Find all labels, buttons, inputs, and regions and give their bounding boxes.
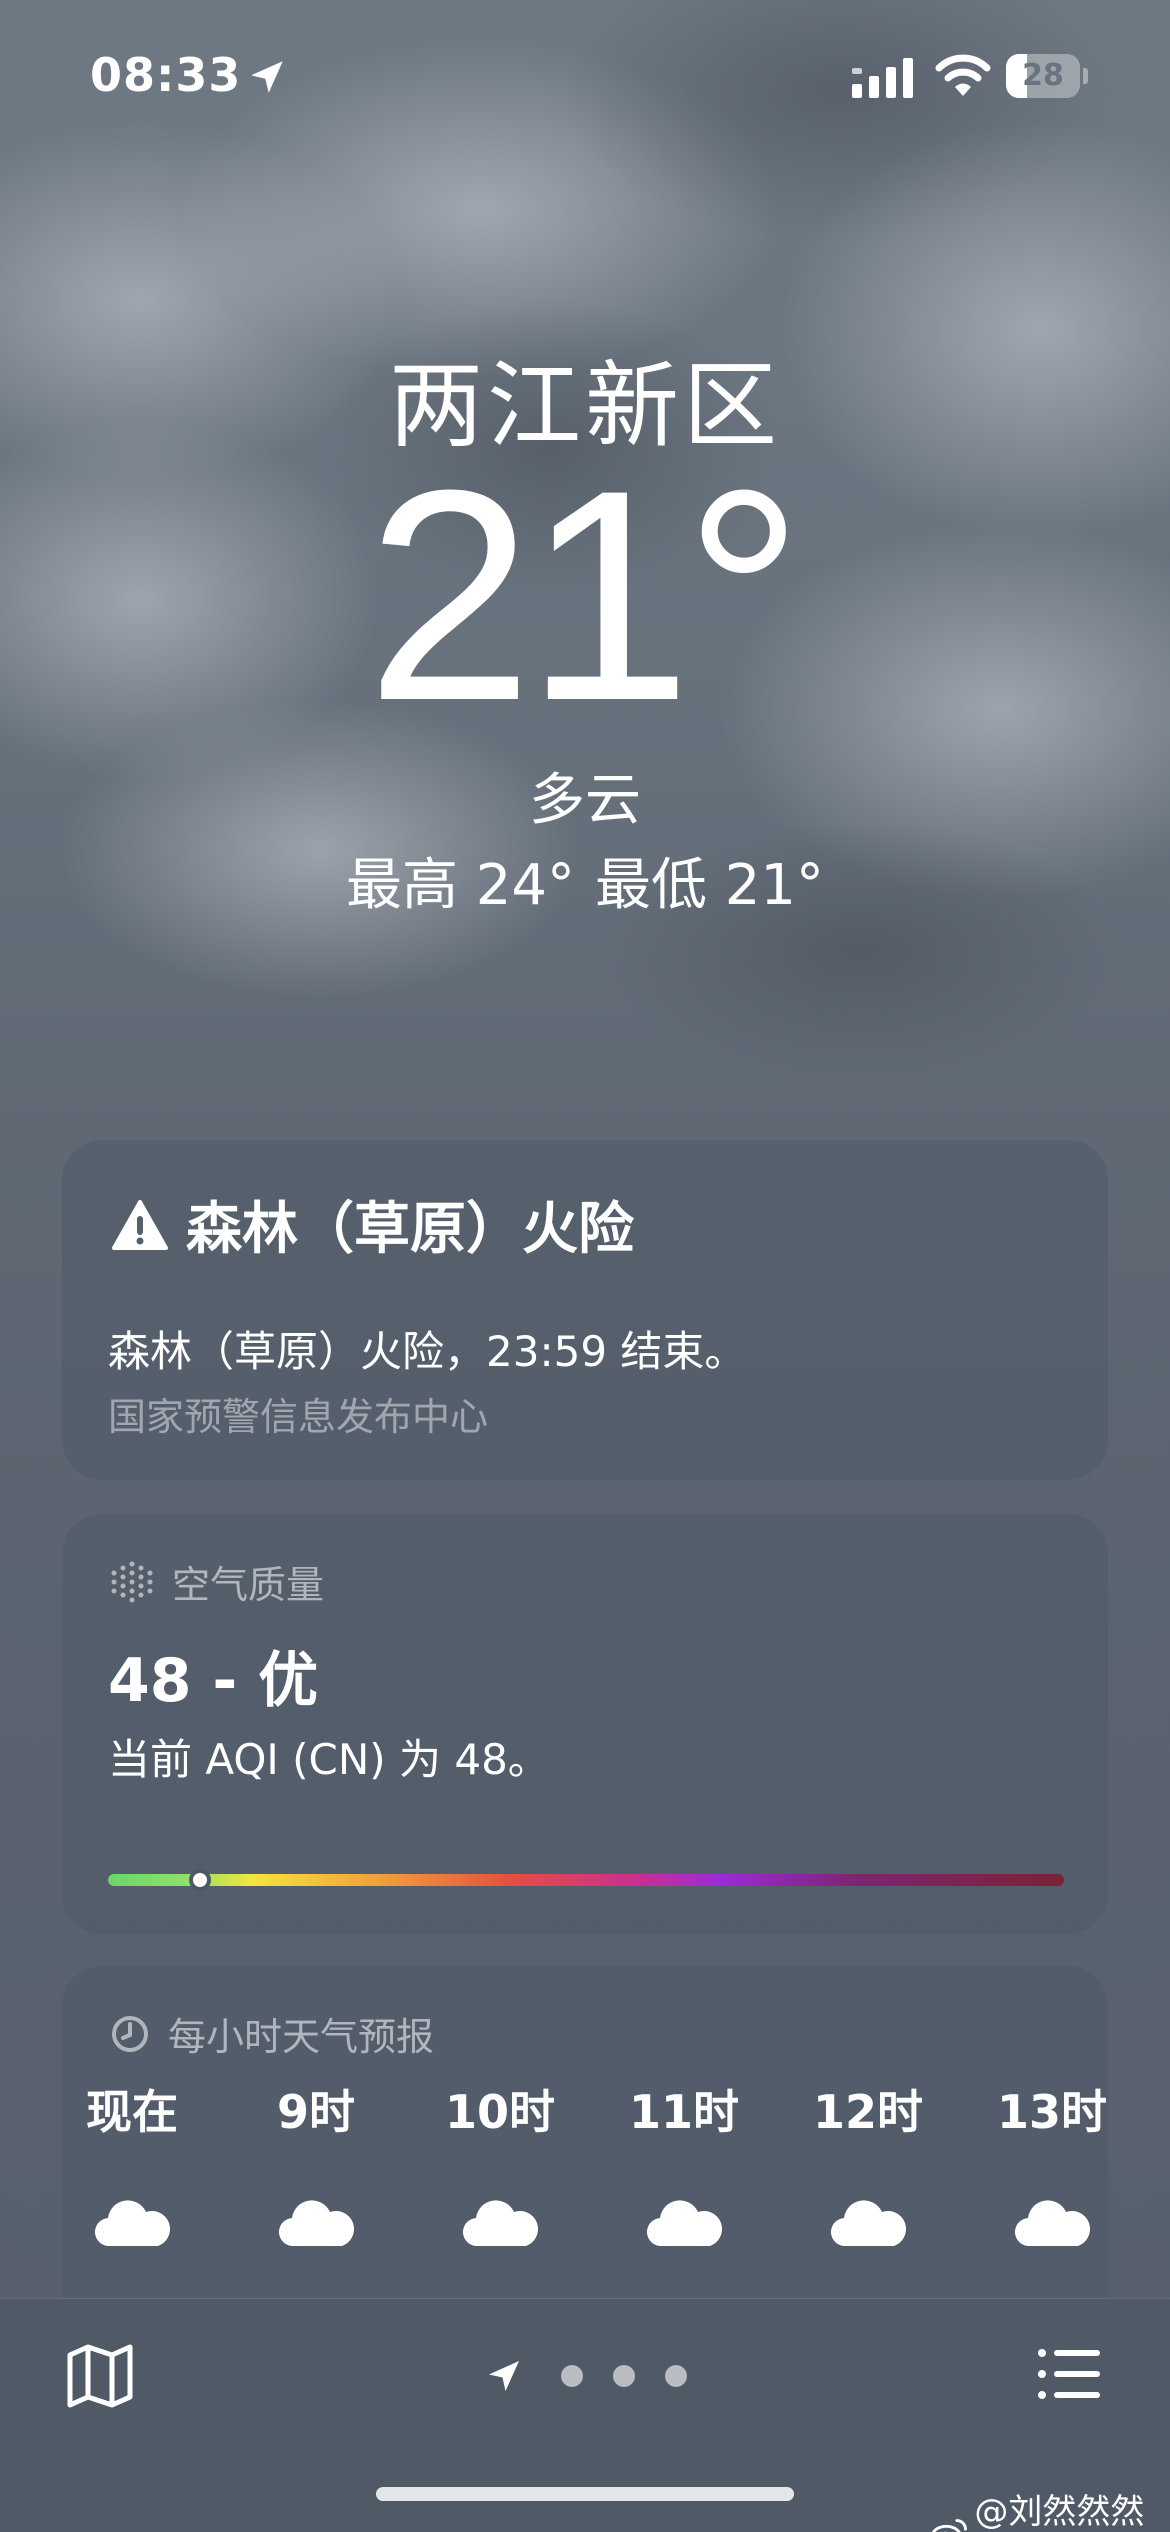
- cloud-icon: [646, 2200, 723, 2247]
- page-dot[interactable]: [561, 2365, 583, 2387]
- alert-text: 森林（草原）火险，23:59 结束。: [108, 1327, 747, 1376]
- alert-title-row: 森林（草原）火险: [112, 1184, 634, 1265]
- current-temperature: 21°: [0, 440, 1170, 750]
- air-quality-card[interactable]: 空气质量 48 - 优 当前 AQI (CN) 为 48。: [62, 1514, 1108, 1934]
- hourly-forecast-title: 每小时天气预报: [168, 2015, 435, 2059]
- home-indicator[interactable]: [376, 2487, 794, 2501]
- watermark: @刘然然然子: [930, 2484, 1170, 2532]
- degree-symbol: °: [683, 427, 804, 763]
- hour-label: 13时: [996, 2085, 1107, 2139]
- map-icon[interactable]: [64, 2339, 136, 2411]
- hour-label: 现在: [86, 2085, 178, 2139]
- cellular-signal-icon: [852, 58, 913, 98]
- current-location-page-icon[interactable]: [486, 2358, 522, 2394]
- weibo-logo-icon: [931, 2519, 967, 2532]
- watermark-text: @刘然然然子: [974, 2492, 1145, 2532]
- warning-icon: [112, 1199, 168, 1250]
- aqi-indicator: [188, 1869, 211, 1891]
- high-temperature: 最高 24°: [345, 853, 575, 918]
- status-time: 08:33: [90, 48, 242, 102]
- hour-label: 11时: [628, 2085, 739, 2139]
- air-quality-icon: [111, 1561, 153, 1602]
- clock-icon: [112, 2015, 148, 2052]
- aqi-description: 当前 AQI (CN) 为 48。: [108, 1735, 550, 1784]
- hour-label: 12时: [812, 2085, 923, 2139]
- hour-label: 10时: [444, 2085, 555, 2139]
- page-dot[interactable]: [665, 2365, 687, 2387]
- air-quality-title: 空气质量: [172, 1563, 325, 1607]
- list-icon[interactable]: [1034, 2339, 1104, 2409]
- aqi-value: 48 - 优: [108, 1646, 319, 1716]
- severe-weather-alert-card[interactable]: 森林（草原）火险 森林（草原）火险，23:59 结束。 国家预警信息发布中心: [62, 1140, 1108, 1480]
- status-bar: 08:33 28: [0, 0, 1170, 150]
- battery-icon: 28: [1006, 54, 1088, 98]
- location-arrow-icon: [251, 61, 283, 93]
- low-temperature: 最低 21°: [595, 853, 825, 918]
- high-low-temperature: 最高 24° 最低 21°: [0, 840, 1170, 921]
- cloud-icon: [1014, 2200, 1091, 2247]
- alert-title: 森林（草原）火险: [186, 1197, 634, 1262]
- alert-source: 国家预警信息发布中心: [108, 1395, 489, 1439]
- cloud-icon: [278, 2200, 355, 2247]
- page-dot[interactable]: [613, 2365, 635, 2387]
- cloud-icon: [94, 2200, 171, 2247]
- aqi-scale-bar: [108, 1874, 1064, 1886]
- wifi-icon: [935, 54, 991, 96]
- hourly-forecast-header: 每小时天气预报: [110, 2006, 434, 2061]
- battery-percent: 28: [1022, 58, 1064, 93]
- page-indicator[interactable]: [486, 2351, 702, 2401]
- cloud-icon: [830, 2200, 907, 2247]
- weather-condition: 多云: [529, 768, 641, 833]
- air-quality-header: 空气质量: [110, 1554, 324, 1609]
- hour-label: 9时: [276, 2085, 355, 2139]
- cloud-icon: [462, 2200, 539, 2247]
- temperature-value: 21: [366, 427, 692, 763]
